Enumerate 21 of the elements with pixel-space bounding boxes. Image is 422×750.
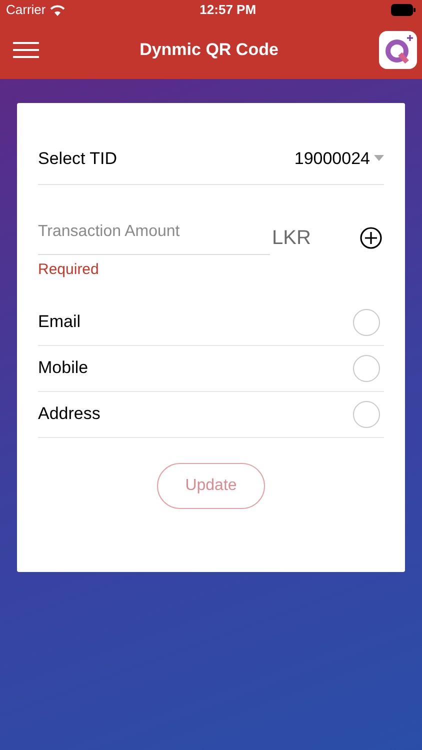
caret-icon: [374, 155, 384, 162]
battery-icon: [390, 4, 416, 16]
radio-button[interactable]: [353, 354, 380, 382]
radio-button[interactable]: [353, 308, 380, 336]
option-label: Email: [38, 311, 81, 334]
error-message: Required: [38, 260, 100, 280]
clock-time: 12:57 PM: [200, 1, 256, 20]
add-button[interactable]: [360, 227, 382, 249]
currency-label: LKR: [272, 226, 311, 251]
radio-button[interactable]: [353, 400, 380, 428]
app-logo-icon[interactable]: [378, 30, 417, 68]
menu-button[interactable]: [13, 40, 39, 60]
amount-field[interactable]: Transaction Amount: [38, 220, 270, 255]
wifi-icon: [50, 4, 65, 16]
option-label: Mobile: [38, 357, 88, 380]
carrier-label: Carrier: [6, 1, 46, 20]
tid-dropdown[interactable]: 19000024: [294, 146, 384, 171]
plus-circle-icon: [360, 227, 382, 249]
screen-title: Dynmic QR Code: [140, 38, 278, 61]
tid-label: Select TID: [38, 148, 118, 170]
option-label: Address: [38, 403, 100, 426]
